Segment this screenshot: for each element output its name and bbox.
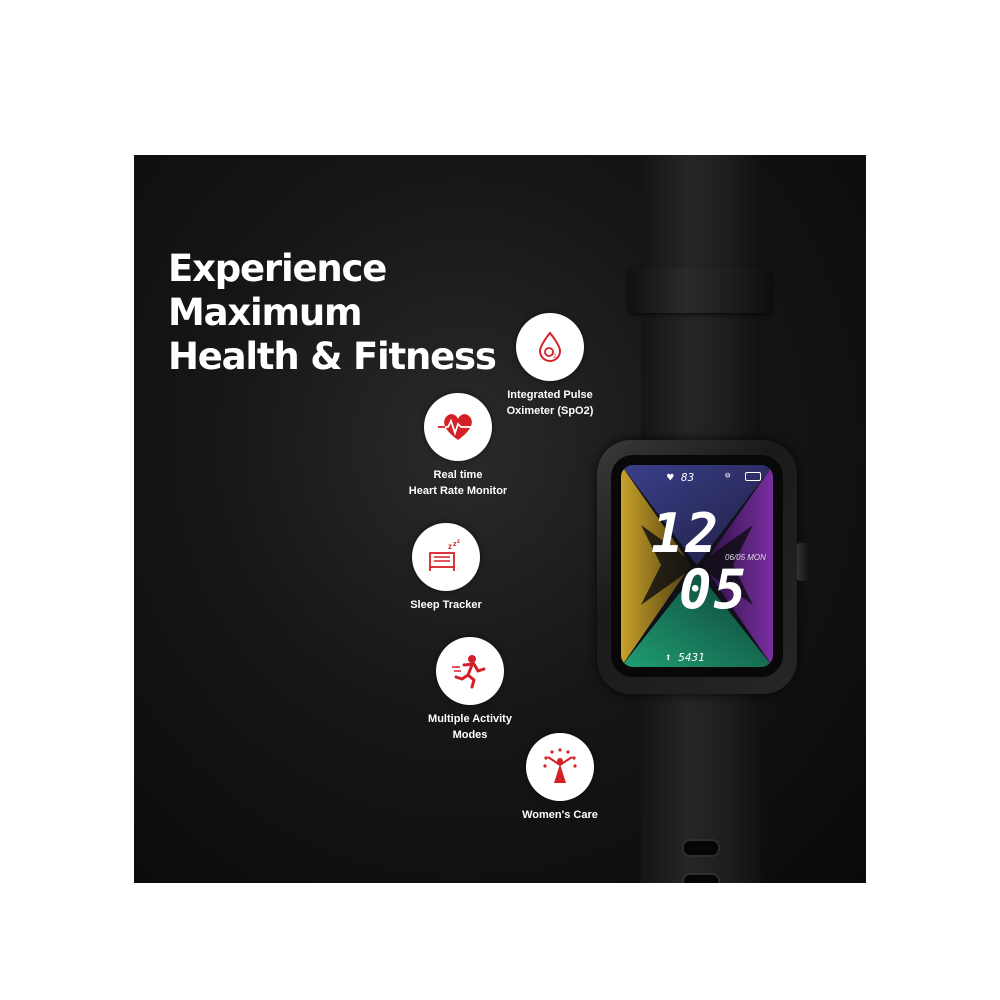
svg-text:z: z — [448, 542, 452, 551]
headline-line-1: Experience — [168, 247, 387, 290]
running-person-icon — [436, 637, 504, 705]
link-icon: ⊖ — [725, 471, 731, 481]
heart-rate-value: 83 — [681, 471, 695, 484]
sleep-bed-icon: z z z — [412, 523, 480, 591]
battery-icon — [745, 472, 761, 481]
steps-value: 5431 — [678, 651, 705, 664]
heart-icon: ♥ — [667, 471, 674, 484]
headline-line-3: Health & Fitness — [168, 335, 497, 378]
blood-drop-oxygen-icon: 2 — [516, 313, 584, 381]
watch-screen: ♥ 83 ⊖ 12 06/05 MON 05 ⬆ 5431 — [611, 455, 783, 677]
footstep-icon: ⬆ — [665, 651, 672, 664]
watch-crown — [797, 543, 809, 581]
heart-rate-icon — [424, 393, 492, 461]
watch-hour: 12 — [651, 502, 721, 565]
strap-hole — [682, 839, 720, 857]
headline: Experience Maximum Health & Fitness — [168, 247, 497, 379]
feature-label: Real time Heart Rate Monitor — [408, 469, 508, 497]
watch-face: ♥ 83 ⊖ 12 06/05 MON 05 ⬆ 5431 — [621, 465, 773, 667]
feature-heart-rate: Real time Heart Rate Monitor — [398, 393, 518, 499]
watch-minute: 05 — [679, 558, 749, 621]
product-banner: ♥ 83 ⊖ 12 06/05 MON 05 ⬆ 5431 Experience… — [134, 155, 866, 883]
womens-care-icon — [526, 733, 594, 801]
feature-sleep-tracker: z z z Sleep Tracker — [386, 523, 506, 613]
feature-womens-care: Women's Care — [500, 733, 620, 823]
strap-keeper — [628, 267, 772, 313]
feature-activity-modes: Multiple Activity Modes — [410, 637, 530, 743]
feature-label: Sleep Tracker — [410, 599, 482, 611]
headline-line-2: Maximum — [168, 291, 363, 334]
svg-text:z: z — [457, 539, 460, 545]
watch-steps: ⬆ 5431 — [665, 651, 705, 664]
feature-label: Women's Care — [522, 809, 598, 821]
strap-hole — [682, 873, 720, 883]
